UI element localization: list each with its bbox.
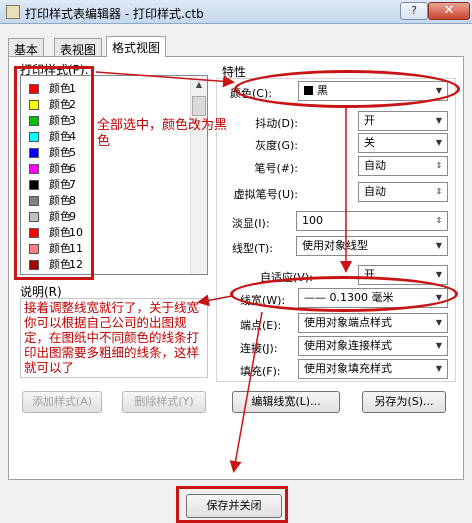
arrow-to-color: [95, 71, 235, 88]
annotation-arrows: [95, 71, 352, 473]
arrow-to-save: [229, 311, 263, 473]
arrow-to-note: [197, 294, 233, 307]
tab-format-view[interactable]: 格式视图: [106, 36, 167, 57]
